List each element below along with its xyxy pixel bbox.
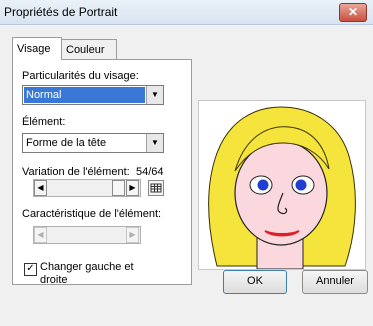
changer-label-line1: Changer gauche et (40, 261, 134, 273)
title-bar: Propriétés de Portrait ✕ (0, 0, 373, 25)
close-button[interactable]: ✕ (339, 3, 367, 22)
chevron-down-icon[interactable]: ▼ (146, 134, 163, 152)
scroll-thumb[interactable] (112, 180, 125, 196)
tab-couleur[interactable]: Couleur (61, 39, 117, 60)
window-title: Propriétés de Portrait (4, 5, 118, 19)
variation-value: 54/64 (136, 166, 164, 178)
portrait-drawing (208, 106, 356, 270)
changer-checkbox[interactable]: ✓ (24, 263, 37, 276)
scroll-left-arrow-icon[interactable]: ◀ (34, 180, 47, 196)
scroll-left-arrow-icon: ◀ (34, 227, 47, 243)
grid-icon (150, 183, 162, 193)
cancel-button[interactable]: Annuler (302, 270, 368, 294)
scroll-right-arrow-icon: ▶ (126, 227, 139, 243)
particularites-dropdown[interactable]: Normal ▼ (22, 85, 164, 105)
variation-scrollbar[interactable]: ◀ ▶ (33, 179, 141, 197)
close-icon: ✕ (347, 5, 359, 19)
element-label: Élément: (22, 116, 66, 128)
portrait-preview (198, 100, 366, 270)
element-value: Forme de la tête (26, 137, 107, 149)
tab-visage[interactable]: Visage (12, 37, 62, 60)
scroll-right-arrow-icon[interactable]: ▶ (126, 180, 139, 196)
element-dropdown[interactable]: Forme de la tête ▼ (22, 133, 164, 153)
ok-button[interactable]: OK (223, 270, 287, 294)
changer-label-line2: droite (40, 274, 68, 286)
caracteristique-label: Caractéristique de l'élément: (22, 208, 162, 220)
particularites-label: Particularités du visage: (22, 70, 139, 82)
chevron-down-icon[interactable]: ▼ (146, 86, 163, 104)
grid-button[interactable] (148, 180, 164, 196)
caracteristique-scrollbar: ◀ ▶ (33, 226, 141, 244)
particularites-value: Normal (24, 87, 145, 103)
variation-label: Variation de l'élément: (22, 166, 130, 178)
